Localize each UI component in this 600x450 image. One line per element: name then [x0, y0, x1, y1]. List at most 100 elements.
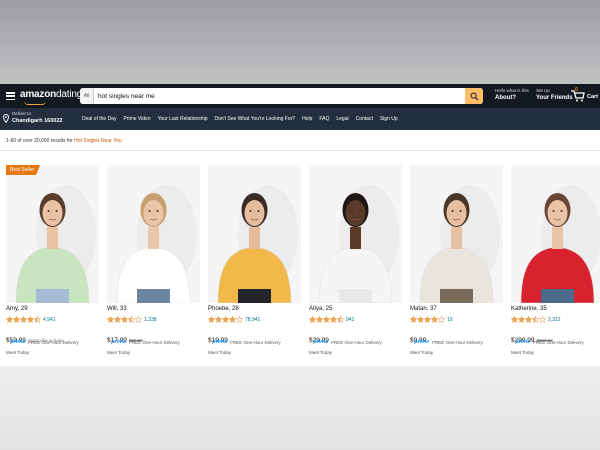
product-name[interactable]: Will, 33: [107, 306, 127, 312]
star-icon: [208, 316, 215, 323]
delivery-text: FREE One-Hour Delivery: [230, 339, 281, 345]
deliver-to[interactable]: Deliver to Chandigarh 160022: [3, 111, 62, 125]
product-card[interactable]: Will, 33 1,338 $17.99 $28.99 ✓ prime FREE O…: [107, 165, 200, 361]
star-icon: [337, 316, 344, 323]
prime-logo: prime: [212, 339, 228, 345]
product-name[interactable]: Matan, 37: [410, 306, 437, 312]
star-icon: [309, 316, 316, 323]
search-bar: All: [80, 88, 483, 104]
product-image[interactable]: [410, 165, 503, 303]
nav-item-contact[interactable]: Contact: [356, 116, 373, 122]
person-photo: [6, 165, 99, 303]
deliver-location: Chandigarh 160022: [12, 118, 63, 124]
nav-item-help[interactable]: Help: [302, 116, 312, 122]
best-seller-badge: Best Seller: [6, 165, 41, 175]
stars-row: [410, 316, 445, 323]
cart-icon: [571, 90, 585, 102]
star-icon: [114, 316, 121, 323]
person-photo: [410, 165, 503, 303]
meet-today: Meet Today: [6, 350, 30, 355]
product-image[interactable]: [511, 165, 600, 303]
cart-count: 0: [575, 87, 578, 93]
star-icon: [222, 316, 229, 323]
product-name[interactable]: Phoebe, 28: [208, 306, 239, 312]
nav-item-faq[interactable]: FAQ: [319, 116, 329, 122]
star-icon: [135, 316, 142, 323]
cart-label: Cart: [587, 94, 599, 100]
star-rating[interactable]: 78,941: [208, 316, 260, 323]
prime-logo: prime: [10, 339, 26, 345]
product-card[interactable]: Matan, 37 19 $9.99 ✓ prime FREE One-Hour D…: [410, 165, 503, 361]
search-input[interactable]: [96, 88, 466, 104]
stars-row: [208, 316, 243, 323]
logo-smile-icon: [24, 101, 46, 105]
friends-link[interactable]: Set Up Your Friends: [536, 88, 573, 103]
prime-logo: prime: [414, 339, 430, 345]
logo[interactable]: amazondating: [20, 89, 82, 100]
review-count[interactable]: 941: [346, 317, 354, 323]
product-card[interactable]: Best Seller Amy, 29 4,941 $59.99 Subscrib…: [6, 165, 99, 361]
meet-today: Meet Today: [511, 350, 535, 355]
stars-row: [511, 316, 546, 323]
star-icon: [330, 316, 337, 323]
prime-delivery: ✓ prime FREE One-Hour Delivery: [208, 339, 281, 345]
search-button[interactable]: [465, 88, 483, 104]
stars-row: [309, 316, 344, 323]
product-name[interactable]: Atiya, 25: [309, 306, 332, 312]
product-image[interactable]: [208, 165, 301, 303]
product-card[interactable]: Phoebe, 28 78,941 $19.99 ✓ prime FREE One-…: [208, 165, 301, 361]
star-rating[interactable]: 2,312: [511, 316, 561, 323]
product-image[interactable]: Best Seller: [6, 165, 99, 303]
nav-item-sign-up[interactable]: Sign Up: [380, 116, 398, 122]
cart-button[interactable]: 0 Cart: [571, 87, 599, 103]
star-icon: [511, 316, 518, 323]
delivery-text: FREE One-Hour Delivery: [129, 339, 180, 345]
results-prefix: 1-60 of over 20,000 results for: [6, 138, 75, 144]
prime-delivery: ✓ prime FREE One-Hour Delivery: [309, 339, 382, 345]
location-pin-icon: [3, 114, 9, 123]
star-icon: [13, 316, 20, 323]
nav-item-legal[interactable]: Legal: [336, 116, 348, 122]
bottom-backdrop: [0, 366, 600, 450]
review-count[interactable]: 19: [447, 317, 453, 323]
star-icon: [34, 316, 41, 323]
nav-item-looking-for[interactable]: Don't See What You're Looking For?: [214, 116, 295, 122]
delivery-text: FREE One-Hour Delivery: [432, 339, 483, 345]
star-icon: [128, 316, 135, 323]
product-name[interactable]: Katherine, 35: [511, 306, 547, 312]
nav-item-last-relationship[interactable]: Your Last Relationship: [158, 116, 208, 122]
prime-delivery: ✓ prime FREE One-Hour Delivery: [6, 339, 79, 345]
star-icon: [417, 316, 424, 323]
prime-delivery: ✓ prime FREE One-Hour Delivery: [107, 339, 180, 345]
search-icon: [469, 91, 479, 101]
top-backdrop: [0, 0, 600, 84]
about-link[interactable]: Hello what is this About?: [495, 88, 529, 103]
product-name[interactable]: Amy, 29: [6, 306, 28, 312]
nav-item-prime-video[interactable]: Prime Video: [123, 116, 150, 122]
review-count[interactable]: 2,312: [548, 317, 561, 323]
nav-item-deal-of-the-day[interactable]: Deal of the Day: [82, 116, 116, 122]
star-icon: [229, 316, 236, 323]
star-rating[interactable]: 4,941: [6, 316, 56, 323]
hamburger-icon[interactable]: [6, 92, 15, 101]
prime-delivery: ✓ prime FREE One-Hour Delivery: [511, 339, 584, 345]
product-image[interactable]: [107, 165, 200, 303]
product-image[interactable]: [309, 165, 402, 303]
person-photo: [208, 165, 301, 303]
star-icon: [236, 316, 243, 323]
delivery-text: FREE One-Hour Delivery: [331, 339, 382, 345]
review-count[interactable]: 1,338: [144, 317, 157, 323]
review-count[interactable]: 78,941: [245, 317, 260, 323]
star-icon: [6, 316, 13, 323]
star-rating[interactable]: 941: [309, 316, 354, 323]
search-category-dropdown[interactable]: All: [80, 88, 94, 104]
product-card[interactable]: Katherine, 35 2,312 $299.99 $300.00 ✓ prim…: [511, 165, 600, 361]
star-icon: [424, 316, 431, 323]
meet-today: Meet Today: [410, 350, 434, 355]
star-icon: [539, 316, 546, 323]
review-count[interactable]: 4,941: [43, 317, 56, 323]
star-icon: [323, 316, 330, 323]
star-rating[interactable]: 19: [410, 316, 453, 323]
star-rating[interactable]: 1,338: [107, 316, 157, 323]
product-card[interactable]: Atiya, 25 941 $29.99 ✓ prime FREE One-Hour…: [309, 165, 402, 361]
